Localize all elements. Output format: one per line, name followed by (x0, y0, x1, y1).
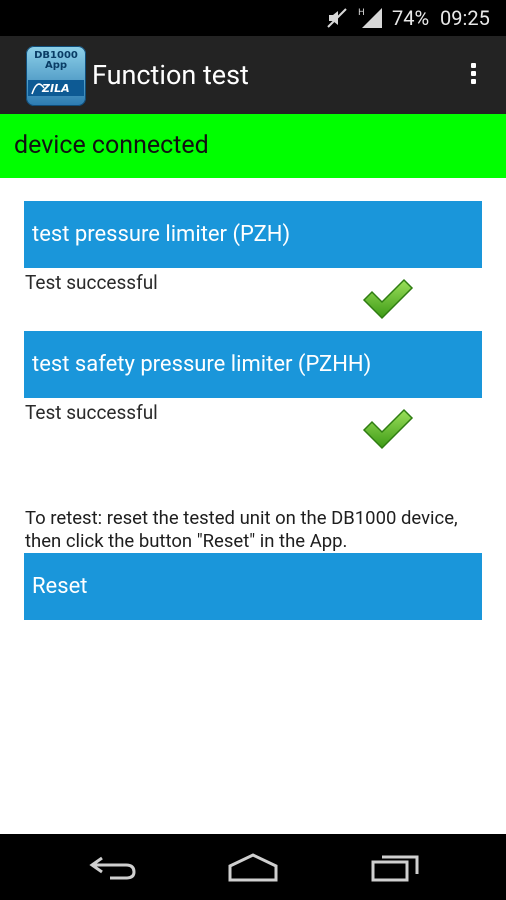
test-pzh-label: test pressure limiter (PZH) (32, 221, 291, 247)
connection-status-banner: device connected (0, 114, 506, 178)
recent-apps-icon[interactable] (370, 852, 422, 886)
reset-button[interactable]: Reset (24, 553, 482, 620)
test-pzhh-button[interactable]: test safety pressure limiter (PZHH) (24, 331, 482, 398)
back-icon[interactable] (88, 852, 138, 886)
test-pzhh-label: test safety pressure limiter (PZHH) (32, 351, 372, 377)
svg-text:H: H (358, 8, 365, 18)
home-icon[interactable] (226, 852, 280, 886)
app-icon-brand: ZILA (42, 82, 70, 95)
reset-label: Reset (32, 573, 88, 599)
test-pzh-result: Test successful (25, 271, 158, 294)
test-pzhh-result: Test successful (25, 401, 158, 424)
clock: 09:25 (440, 6, 490, 30)
navigation-bar (0, 834, 506, 900)
test-pzh-button[interactable]: test pressure limiter (PZH) (24, 201, 482, 268)
signal-icon: H (358, 6, 386, 34)
action-bar: DB1000 App ZILA Function test (0, 36, 506, 114)
connection-status-text: device connected (14, 131, 209, 160)
status-bar: H 74% 09:25 (0, 0, 506, 36)
page-title: Function test (92, 59, 249, 91)
battery-level: 74% (392, 6, 430, 30)
app-icon-line2: App (44, 60, 68, 71)
checkmark-icon (362, 278, 414, 320)
app-icon[interactable]: DB1000 App ZILA (26, 46, 86, 106)
overflow-menu-icon[interactable] (462, 60, 484, 92)
mute-icon (324, 6, 350, 34)
retest-instructions: To retest: reset the tested unit on the … (25, 507, 458, 552)
checkmark-icon (362, 408, 414, 450)
